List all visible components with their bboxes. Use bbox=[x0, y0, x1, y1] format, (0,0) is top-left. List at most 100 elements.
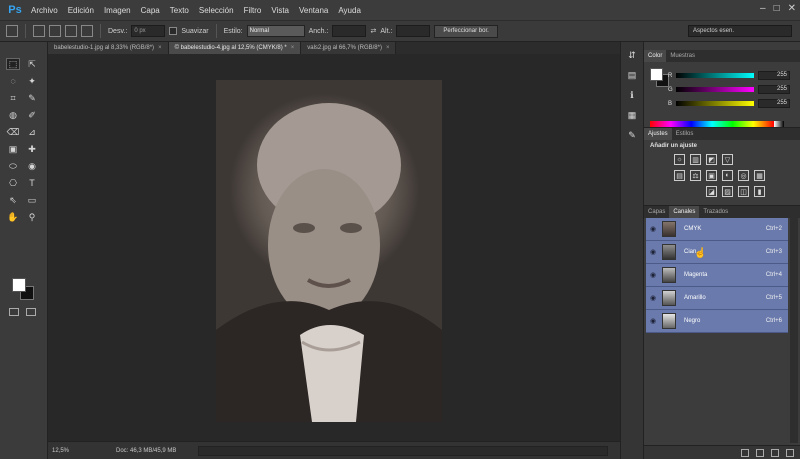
tab-styles[interactable]: Estilos bbox=[672, 128, 698, 140]
maximize-icon[interactable]: □ bbox=[774, 3, 780, 14]
tool-icon[interactable]: ⚲ bbox=[25, 211, 39, 223]
adjustment-icon[interactable]: ☼ bbox=[674, 154, 685, 165]
tab-vals2[interactable]: vals2.jpg al 66,7% (RGB/8*) × bbox=[301, 42, 397, 54]
menu-item[interactable]: Selección bbox=[194, 6, 239, 15]
adjustment-icon[interactable]: ◎ bbox=[738, 170, 749, 181]
foreground-color-swatch[interactable] bbox=[12, 278, 26, 292]
tab-layers[interactable]: Capas bbox=[644, 206, 669, 218]
menu-item[interactable]: Capa bbox=[136, 6, 165, 15]
slider-value[interactable]: 255 bbox=[758, 85, 790, 94]
tool-icon[interactable]: ⇖ bbox=[6, 194, 20, 206]
tool-icon[interactable]: ⎔ bbox=[6, 177, 20, 189]
minimize-icon[interactable]: – bbox=[760, 3, 766, 14]
eye-icon[interactable]: ◉ bbox=[646, 225, 660, 233]
panel-strip-icon[interactable]: ▦ bbox=[624, 108, 640, 122]
panel-strip-icon[interactable]: ⇵ bbox=[624, 48, 640, 62]
tab-adjustments[interactable]: Ajustes bbox=[644, 128, 672, 140]
screen-mode-icon[interactable] bbox=[26, 308, 36, 316]
style-select[interactable]: Normal bbox=[246, 25, 305, 37]
width-input[interactable] bbox=[332, 25, 367, 37]
adjustment-icon[interactable]: ◫ bbox=[738, 186, 749, 197]
adjustment-icon[interactable]: ◪ bbox=[706, 186, 717, 197]
close-icon[interactable]: × bbox=[386, 45, 390, 51]
slider-track[interactable] bbox=[676, 87, 754, 92]
horizontal-scrollbar[interactable] bbox=[198, 446, 608, 456]
menu-item[interactable]: Vista bbox=[266, 6, 294, 15]
close-icon[interactable]: ✕ bbox=[788, 3, 796, 14]
tool-icon[interactable]: T bbox=[25, 177, 39, 189]
menu-item[interactable]: Filtro bbox=[239, 6, 267, 15]
tab-paths[interactable]: Trazados bbox=[699, 206, 732, 218]
marquee-tool-preset-icon[interactable] bbox=[6, 25, 18, 37]
channel-row-magenta[interactable]: ◉ Magenta Ctrl+4 bbox=[646, 264, 788, 287]
slider-g[interactable]: G 255 bbox=[668, 84, 796, 95]
subtract-selection-icon[interactable] bbox=[65, 25, 77, 37]
channel-row-cmyk[interactable]: ◉ CMYK Ctrl+2 bbox=[646, 218, 788, 241]
slider-track[interactable] bbox=[676, 73, 754, 78]
tab-color[interactable]: Color bbox=[644, 50, 667, 62]
intersect-selection-icon[interactable] bbox=[81, 25, 93, 37]
tool-icon[interactable]: ⇱ bbox=[25, 58, 39, 70]
channels-scrollbar[interactable] bbox=[790, 218, 798, 443]
slider-r[interactable]: R 255 bbox=[668, 70, 796, 81]
new-selection-icon[interactable] bbox=[33, 25, 45, 37]
new-channel-icon[interactable] bbox=[771, 448, 779, 457]
slider-b[interactable]: B 255 bbox=[668, 98, 796, 109]
load-selection-icon[interactable] bbox=[741, 448, 749, 457]
tool-icon[interactable]: ◉ bbox=[25, 160, 39, 172]
menu-item[interactable]: Ayuda bbox=[333, 6, 366, 15]
tab-channels[interactable]: Canales bbox=[669, 206, 700, 218]
smooth-checkbox[interactable] bbox=[169, 27, 178, 35]
tool-icon[interactable]: ✐ bbox=[25, 109, 39, 121]
eye-icon[interactable]: ◉ bbox=[646, 294, 660, 302]
adjustment-icon[interactable]: ▽ bbox=[722, 154, 733, 165]
tool-icon[interactable]: ⌗ bbox=[6, 92, 20, 104]
zoom-level[interactable]: 12,5% bbox=[48, 448, 76, 454]
adjustment-icon[interactable]: ◩ bbox=[706, 154, 717, 165]
close-icon[interactable]: × bbox=[291, 45, 295, 51]
tab-babelestudio-4[interactable]: © babelestudio-4.jpg al 12,5% (CMYK/8) *… bbox=[168, 42, 302, 54]
tool-icon[interactable]: ◍ bbox=[6, 109, 20, 121]
menu-item[interactable]: Ventana bbox=[294, 6, 333, 15]
adjustment-icon[interactable]: ▤ bbox=[674, 170, 685, 181]
tool-icon[interactable]: ⊿ bbox=[25, 126, 39, 138]
document-image[interactable] bbox=[216, 80, 442, 422]
canvas-area[interactable] bbox=[48, 54, 620, 441]
panel-strip-icon[interactable]: ▤ bbox=[624, 68, 640, 82]
panel-strip-icon[interactable]: ℹ bbox=[624, 88, 640, 102]
tool-icon[interactable]: ⬚ bbox=[6, 58, 20, 70]
menu-item[interactable]: Edición bbox=[63, 6, 99, 15]
tool-icon[interactable]: ◌ bbox=[6, 75, 20, 87]
adjustment-icon[interactable]: ▥ bbox=[690, 154, 701, 165]
tool-icon[interactable]: ✋ bbox=[6, 211, 20, 223]
menu-item[interactable]: Texto bbox=[165, 6, 194, 15]
eye-icon[interactable]: ◉ bbox=[646, 271, 660, 279]
close-icon[interactable]: × bbox=[158, 45, 162, 51]
slider-track[interactable] bbox=[676, 101, 754, 106]
adjustment-icon[interactable]: ▣ bbox=[706, 170, 717, 181]
tool-icon[interactable]: ⬭ bbox=[6, 160, 20, 172]
tool-icon[interactable]: ⌫ bbox=[6, 126, 20, 138]
feather-input[interactable]: 0 px bbox=[131, 25, 166, 37]
adjustment-icon[interactable]: ⚖ bbox=[690, 170, 701, 181]
menu-item[interactable]: Imagen bbox=[99, 6, 136, 15]
tool-icon[interactable]: ✎ bbox=[25, 92, 39, 104]
adjustment-icon[interactable]: ▨ bbox=[722, 186, 733, 197]
channel-row-negro[interactable]: ◉ Negro Ctrl+6 bbox=[646, 310, 788, 333]
refine-edge-button[interactable]: Perfeccionar bor. bbox=[434, 24, 498, 38]
tool-icon[interactable]: ✚ bbox=[25, 143, 39, 155]
channel-row-cian[interactable]: ◉ Cian Ctrl+3 ☝ bbox=[646, 241, 788, 264]
panel-strip-icon[interactable]: ✎ bbox=[624, 128, 640, 142]
adjustment-icon[interactable]: ▮ bbox=[754, 186, 765, 197]
adjustment-icon[interactable]: ▦ bbox=[754, 170, 765, 181]
tool-icon[interactable]: ✦ bbox=[25, 75, 39, 87]
foreground-color[interactable] bbox=[650, 68, 663, 81]
height-input[interactable] bbox=[396, 25, 431, 37]
quick-mask-icon[interactable] bbox=[9, 308, 19, 316]
tab-swatches[interactable]: Muestras bbox=[666, 50, 699, 62]
tab-babelestudio-1[interactable]: babelestudio-1.jpg al 8,33% (RGB/8*) × bbox=[48, 42, 169, 54]
slider-value[interactable]: 255 bbox=[758, 99, 790, 108]
eye-icon[interactable]: ◉ bbox=[646, 317, 660, 325]
tool-icon[interactable]: ▣ bbox=[6, 143, 20, 155]
save-selection-icon[interactable] bbox=[756, 448, 764, 457]
